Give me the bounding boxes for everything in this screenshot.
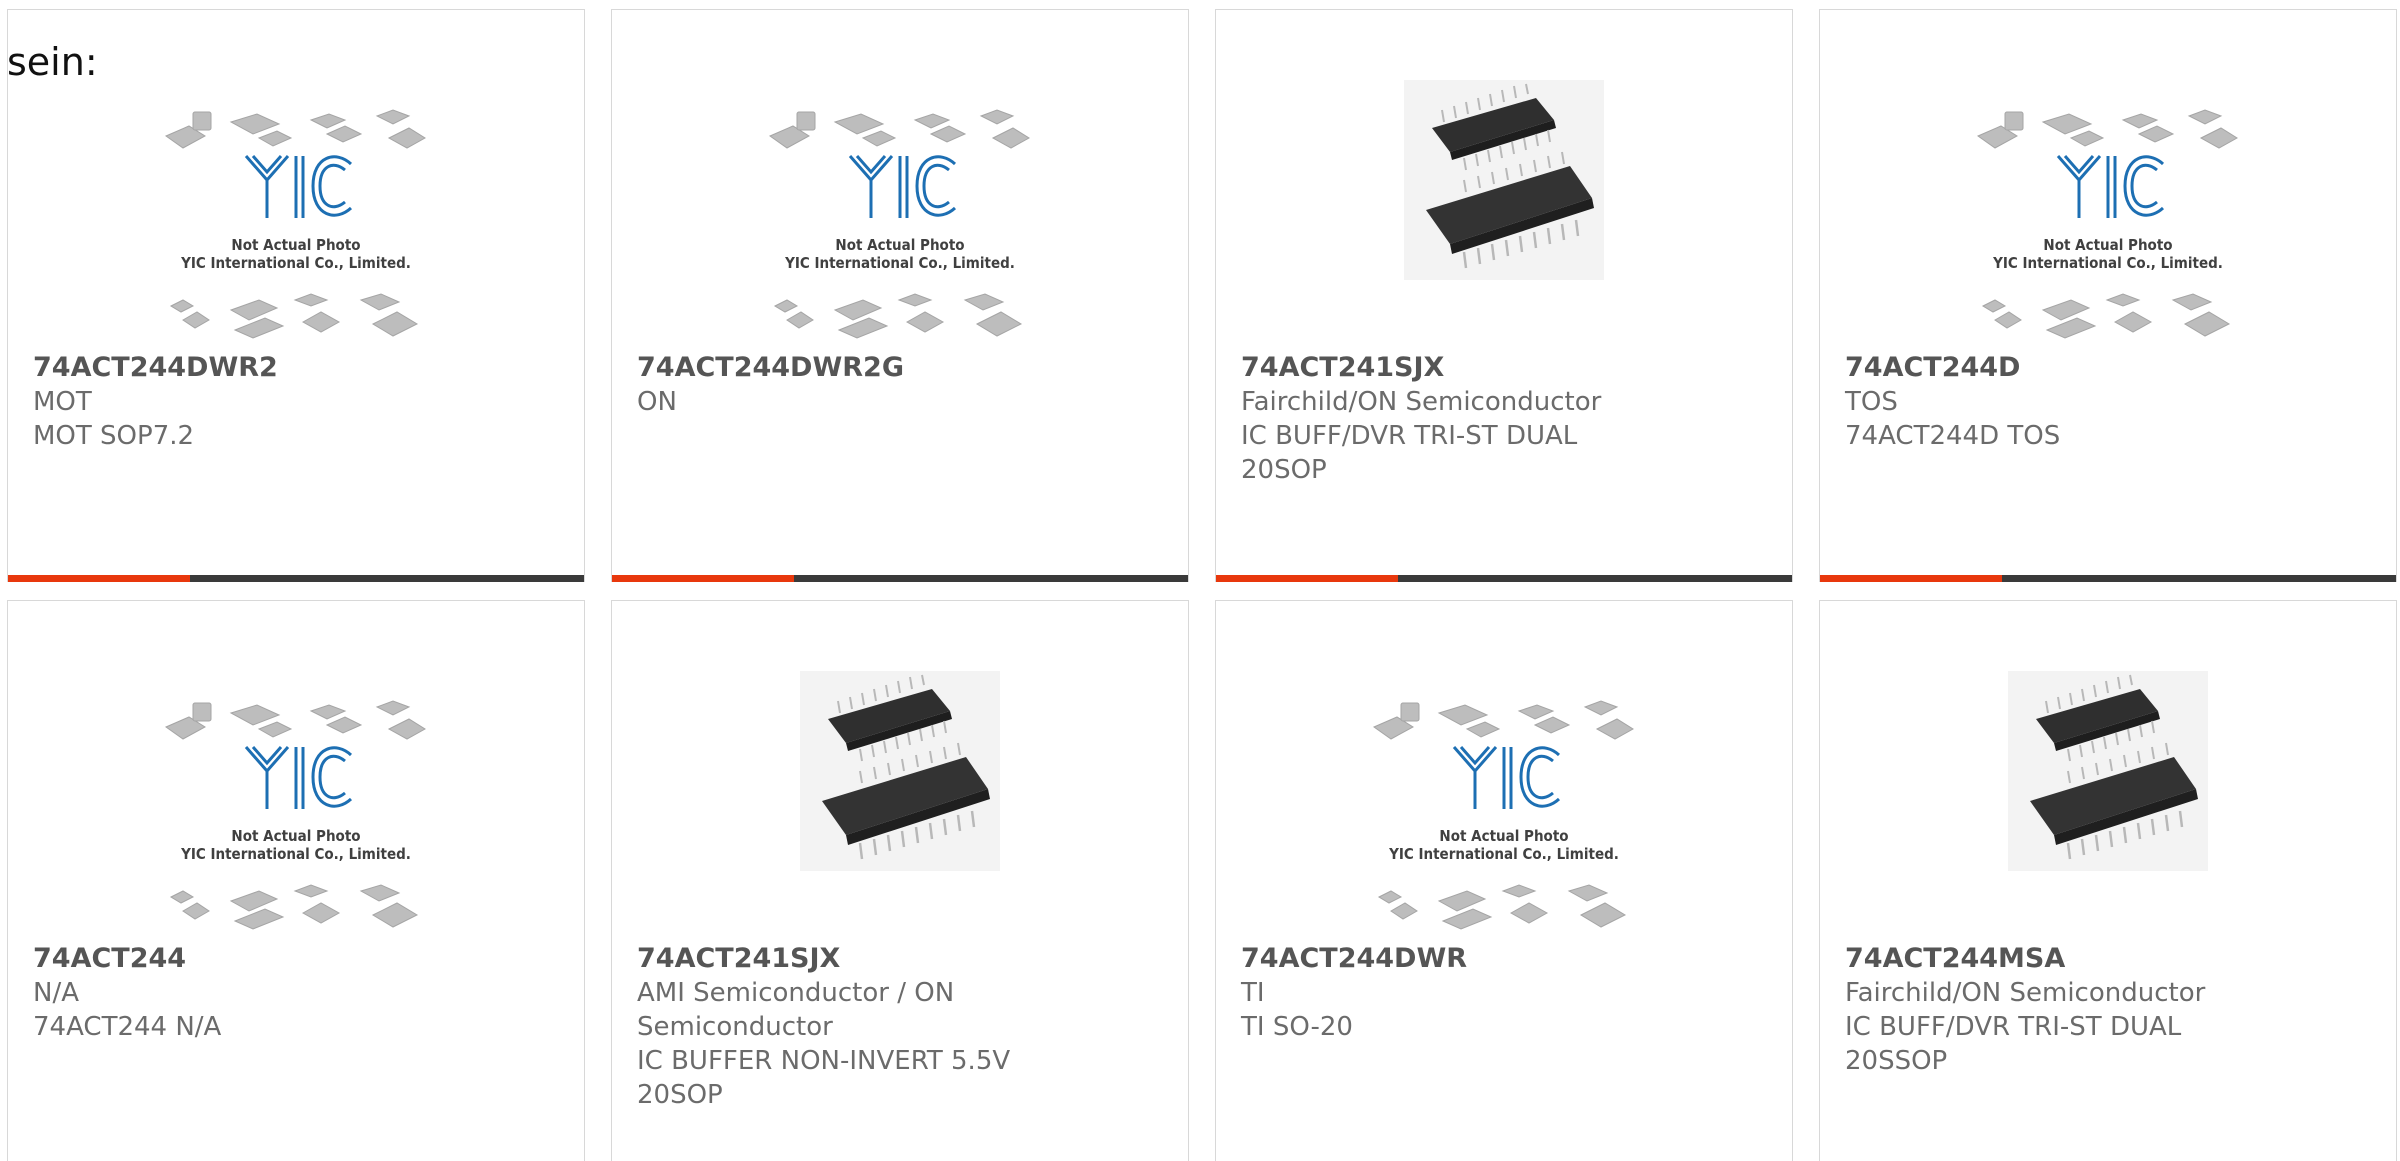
product-card[interactable]: 74ACT244MSA Fairchild/ON Semiconductor IC …	[1819, 600, 2397, 1161]
product-description: TI SO-20	[1241, 1012, 1353, 1042]
part-number-link[interactable]: 74ACT244DWR2G	[637, 351, 1163, 385]
card-bottom-bar	[1216, 575, 1792, 582]
product-description: Semiconductor	[637, 1012, 833, 1042]
yic-placeholder-icon: Not Actual Photo YIC International Co., …	[1976, 109, 2238, 339]
ic-chip-photo-icon	[1404, 80, 1604, 280]
product-image[interactable]	[1404, 80, 1604, 284]
card-accent-bar	[1216, 575, 1398, 582]
card-bottom-bar	[8, 575, 584, 582]
product-info: 74ACT244 N/A 74ACT244 N/A	[33, 942, 559, 1044]
product-description: IC BUFFER NON-INVERT 5.5V	[637, 1046, 1011, 1076]
product-description: 74ACT244D TOS	[1845, 421, 2061, 451]
svg-text:Not Actual Photo: Not Actual Photo	[2043, 236, 2172, 254]
manufacturer: AMI Semiconductor / ON	[637, 978, 955, 1008]
product-image[interactable]: Not Actual Photo YIC International Co., …	[161, 98, 431, 352]
product-card[interactable]: Not Actual Photo YIC International Co., …	[1215, 600, 1793, 1161]
manufacturer: MOT	[33, 387, 92, 417]
manufacturer: Fairchild/ON Semiconductor	[1845, 978, 2206, 1008]
product-info: 74ACT241SJX Fairchild/ON Semiconductor IC …	[1241, 351, 1767, 487]
ic-chip-photo-icon	[800, 671, 1000, 871]
part-number-link[interactable]: 74ACT241SJX	[1241, 351, 1767, 385]
product-description: 74ACT244 N/A	[33, 1012, 222, 1042]
product-info: 74ACT244DWR2 MOT MOT SOP7.2	[33, 351, 559, 453]
yic-placeholder-icon: Not Actual Photo YIC International Co., …	[768, 109, 1030, 339]
svg-text:YIC International Co., Limited: YIC International Co., Limited.	[180, 845, 411, 863]
product-card[interactable]: 74ACT241SJX AMI Semiconductor / ON Semicon…	[611, 600, 1189, 1161]
manufacturer: N/A	[33, 978, 79, 1008]
part-number-link[interactable]: 74ACT244DWR2	[33, 351, 559, 385]
product-card[interactable]: Not Actual Photo YIC International Co., …	[611, 9, 1189, 582]
product-description: IC BUFF/DVR TRI-ST DUAL	[1845, 1012, 2182, 1042]
product-info: 74ACT244MSA Fairchild/ON Semiconductor IC …	[1845, 942, 2371, 1078]
part-number-link[interactable]: 74ACT244MSA	[1845, 942, 2371, 976]
part-number-link[interactable]: 74ACT244	[33, 942, 559, 976]
product-info: 74ACT244D TOS 74ACT244D TOS	[1845, 351, 2371, 453]
svg-text:Not Actual Photo: Not Actual Photo	[231, 236, 360, 254]
product-description: 20SOP	[637, 1080, 723, 1110]
product-image[interactable]: Not Actual Photo YIC International Co., …	[1369, 689, 1639, 943]
card-accent-bar	[612, 575, 794, 582]
manufacturer: TI	[1241, 978, 1265, 1008]
product-description: 20SOP	[1241, 455, 1327, 485]
svg-text:YIC International Co., Limited: YIC International Co., Limited.	[1992, 254, 2223, 272]
product-info: 74ACT241SJX AMI Semiconductor / ON Semicon…	[637, 942, 1163, 1112]
yic-placeholder-icon: Not Actual Photo YIC International Co., …	[1372, 700, 1634, 930]
card-bottom-bar	[612, 575, 1188, 582]
product-grid-page: sein: Not Actual Photo YIC International…	[0, 0, 2400, 1161]
card-bottom-bar	[1820, 575, 2396, 582]
card-accent-bar	[1820, 575, 2002, 582]
part-number-link[interactable]: 74ACT244D	[1845, 351, 2371, 385]
svg-text:Not Actual Photo: Not Actual Photo	[1439, 827, 1568, 845]
product-description: IC BUFF/DVR TRI-ST DUAL	[1241, 421, 1578, 451]
section-label: sein:	[7, 40, 98, 84]
manufacturer: ON	[637, 387, 677, 417]
ic-chip-photo-icon	[2008, 671, 2208, 871]
svg-text:YIC International Co., Limited: YIC International Co., Limited.	[784, 254, 1015, 272]
product-image[interactable]: Not Actual Photo YIC International Co., …	[765, 98, 1035, 352]
product-card[interactable]: Not Actual Photo YIC International Co., …	[1819, 9, 2397, 582]
product-description: MOT SOP7.2	[33, 421, 195, 451]
svg-text:YIC International Co., Limited: YIC International Co., Limited.	[180, 254, 411, 272]
product-image[interactable]	[2008, 671, 2208, 875]
part-number-link[interactable]: 74ACT244DWR	[1241, 942, 1767, 976]
svg-text:YIC International Co., Limited: YIC International Co., Limited.	[1388, 845, 1619, 863]
product-card[interactable]: Not Actual Photo YIC International Co., …	[7, 9, 585, 582]
product-grid: Not Actual Photo YIC International Co., …	[0, 0, 2400, 1161]
manufacturer: Fairchild/ON Semiconductor	[1241, 387, 1602, 417]
product-description: 20SSOP	[1845, 1046, 1948, 1076]
product-info: 74ACT244DWR TI TI SO-20	[1241, 942, 1767, 1044]
part-number-link[interactable]: 74ACT241SJX	[637, 942, 1163, 976]
product-image[interactable]: Not Actual Photo YIC International Co., …	[161, 689, 431, 943]
product-card[interactable]: 74ACT241SJX Fairchild/ON Semiconductor IC …	[1215, 9, 1793, 582]
product-card[interactable]: Not Actual Photo YIC International Co., …	[7, 600, 585, 1161]
svg-text:Not Actual Photo: Not Actual Photo	[231, 827, 360, 845]
card-accent-bar	[8, 575, 190, 582]
product-image[interactable]	[800, 671, 1000, 875]
yic-placeholder-icon: Not Actual Photo YIC International Co., …	[164, 109, 426, 339]
product-image[interactable]: Not Actual Photo YIC International Co., …	[1973, 98, 2243, 352]
svg-text:Not Actual Photo: Not Actual Photo	[835, 236, 964, 254]
yic-placeholder-icon: Not Actual Photo YIC International Co., …	[164, 700, 426, 930]
product-info: 74ACT244DWR2G ON	[637, 351, 1163, 419]
manufacturer: TOS	[1845, 387, 1898, 417]
